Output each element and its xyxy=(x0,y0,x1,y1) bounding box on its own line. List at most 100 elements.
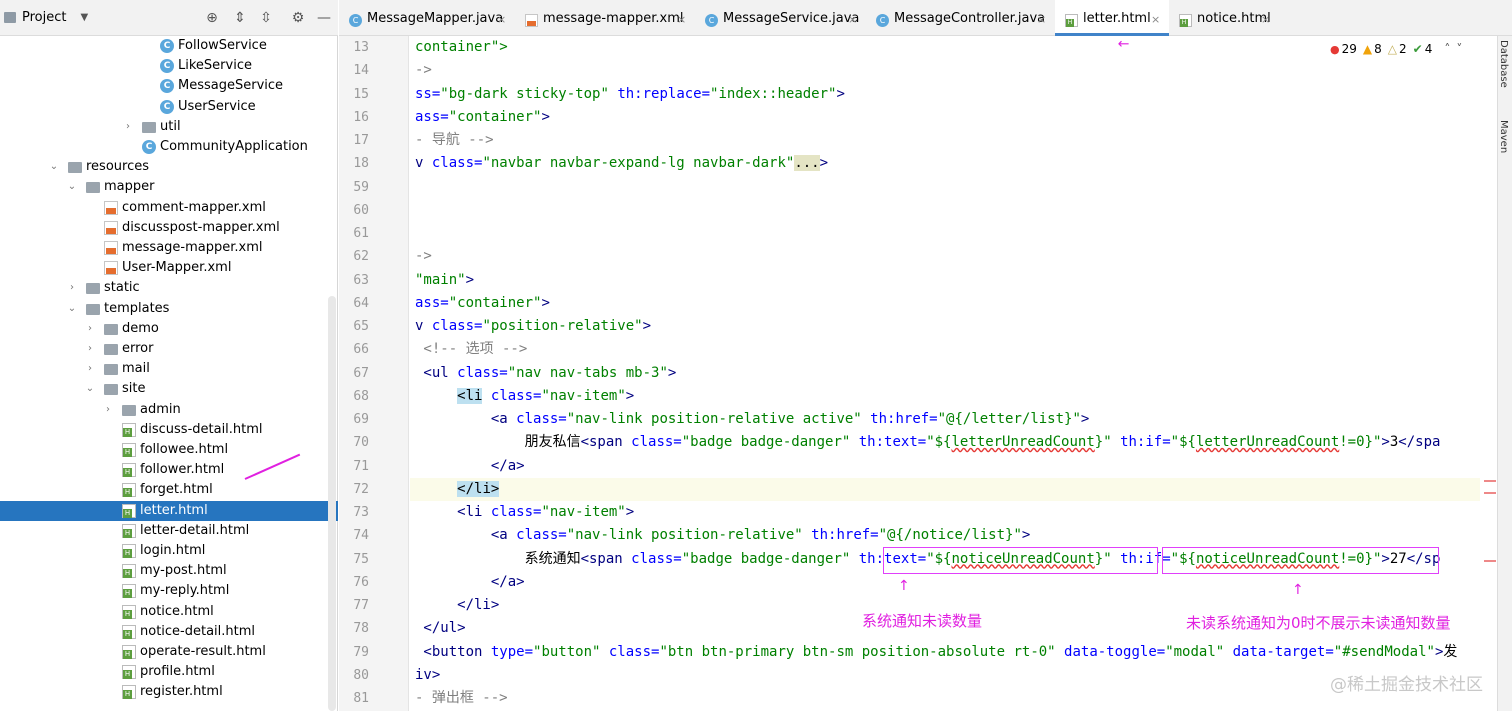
code-line[interactable]: <a class="nav-link position-relative act… xyxy=(415,408,1090,431)
tree-item[interactable]: › mail xyxy=(0,359,338,379)
tree-item[interactable]: ⌄ resources xyxy=(0,157,338,177)
close-icon[interactable]: × xyxy=(1151,0,1160,41)
tree-item[interactable]: follower.html xyxy=(0,460,338,480)
tree-item[interactable]: C CommunityApplication xyxy=(0,137,338,157)
code-line[interactable]: ass="container"> xyxy=(415,292,550,315)
tree-item[interactable]: login.html xyxy=(0,541,338,561)
tree-item[interactable]: › static xyxy=(0,278,338,298)
close-icon[interactable]: × xyxy=(1037,0,1046,41)
close-icon[interactable]: × xyxy=(677,0,686,41)
editor-tab[interactable]: message-mapper.xml × xyxy=(515,0,695,36)
tree-item[interactable]: operate-result.html xyxy=(0,642,338,662)
code-line[interactable]: ass="container"> xyxy=(415,106,550,129)
code-line[interactable]: </a> xyxy=(415,571,525,594)
error-stripe[interactable] xyxy=(1484,560,1496,562)
locate-icon[interactable]: ⊕ xyxy=(204,10,220,26)
close-icon[interactable]: × xyxy=(497,0,506,41)
tree-item[interactable]: ⌄ templates xyxy=(0,299,338,319)
inspection-widget[interactable]: ● 29 ▲ 8 △ 2 ✔ 4 ˄ ˅ xyxy=(1330,42,1462,56)
tree-item[interactable]: C MessageService xyxy=(0,76,338,96)
error-stripe[interactable] xyxy=(1484,480,1496,482)
close-icon[interactable]: × xyxy=(1261,0,1270,41)
code-line[interactable]: <button type="button" class="btn btn-pri… xyxy=(415,641,1457,664)
editor-tab[interactable]: C MessageController.java × xyxy=(866,0,1055,36)
tree-item[interactable]: › error xyxy=(0,339,338,359)
code-line[interactable]: 朋友私信<span class="badge badge-danger" th:… xyxy=(415,431,1441,454)
chevron-right-icon[interactable]: › xyxy=(66,278,78,298)
close-icon[interactable]: × xyxy=(848,0,857,41)
maven-tool-tab[interactable]: Maven xyxy=(1498,120,1509,153)
expand-all-icon[interactable]: ⇕ xyxy=(232,10,248,26)
editor-tab[interactable]: C MessageService.java × xyxy=(695,0,866,36)
chevron-right-icon[interactable]: › xyxy=(84,359,96,379)
error-stripe[interactable] xyxy=(1484,492,1496,494)
code-line[interactable]: v class="navbar navbar-expand-lg navbar-… xyxy=(415,152,828,175)
tree-item[interactable]: C UserService xyxy=(0,97,338,117)
tree-item[interactable]: my-reply.html xyxy=(0,581,338,601)
chevron-down-icon[interactable]: ⌄ xyxy=(66,177,78,197)
tree-item[interactable]: C FollowService xyxy=(0,36,338,56)
html-icon xyxy=(122,463,136,478)
tree-item[interactable]: forget.html xyxy=(0,480,338,500)
code-line[interactable]: container"> xyxy=(415,36,508,59)
editor-tab[interactable]: notice.html× xyxy=(1169,0,1279,36)
code-line[interactable]: <li class="nav-item"> xyxy=(415,385,634,408)
chevron-up-icon[interactable]: ˄ xyxy=(1444,42,1450,56)
tree-item[interactable]: letter-detail.html xyxy=(0,521,338,541)
tree-item[interactable]: comment-mapper.xml xyxy=(0,198,338,218)
code-line[interactable]: -> xyxy=(415,245,432,268)
tree-item[interactable]: discuss-detail.html xyxy=(0,420,338,440)
code-line[interactable]: -> xyxy=(415,59,432,82)
code-token: type= xyxy=(490,643,534,660)
code-line[interactable]: iv> xyxy=(415,664,440,687)
chevron-right-icon[interactable]: › xyxy=(102,400,114,420)
gear-icon[interactable]: ⚙ xyxy=(290,10,306,26)
tree-item[interactable]: › admin xyxy=(0,400,338,420)
code-line[interactable]: ss="bg-dark sticky-top" th:replace="inde… xyxy=(415,83,845,106)
editor-tab[interactable]: letter.html× xyxy=(1055,0,1169,36)
code-line[interactable]: <a class="nav-link position-relative" th… xyxy=(415,524,1031,547)
tree-item[interactable]: notice-detail.html xyxy=(0,622,338,642)
code-line[interactable]: "main"> xyxy=(415,269,474,292)
chevron-down-icon[interactable]: ⌄ xyxy=(48,157,60,177)
folder-icon xyxy=(104,323,118,335)
tree-item[interactable]: C LikeService xyxy=(0,56,338,76)
code-line[interactable]: v class="position-relative"> xyxy=(415,315,651,338)
collapse-all-icon[interactable]: ⇳ xyxy=(258,10,274,26)
database-tool-tab[interactable]: Database xyxy=(1498,40,1509,88)
chevron-right-icon[interactable]: › xyxy=(122,117,134,137)
code-line[interactable]: <li class="nav-item"> xyxy=(415,501,634,524)
class-icon: C xyxy=(160,99,174,114)
tree-item[interactable]: ⌄ mapper xyxy=(0,177,338,197)
code-line[interactable]: - 弹出框 --> xyxy=(415,687,508,710)
chevron-right-icon[interactable]: › xyxy=(84,339,96,359)
tree-item[interactable]: › demo xyxy=(0,319,338,339)
chevron-down-icon[interactable]: ⌄ xyxy=(84,379,96,399)
tree-item[interactable]: notice.html xyxy=(0,602,338,622)
code-line[interactable]: </ul> xyxy=(415,617,465,640)
chevron-right-icon[interactable]: › xyxy=(84,319,96,339)
code-line[interactable]: <ul class="nav nav-tabs mb-3"> xyxy=(415,362,676,385)
tree-item[interactable]: letter.html xyxy=(0,500,338,521)
tree-item[interactable]: › util xyxy=(0,117,338,137)
minimize-icon[interactable]: — xyxy=(316,10,332,26)
tree-item[interactable]: message-mapper.xml xyxy=(0,238,338,258)
tree-item[interactable]: my-post.html xyxy=(0,561,338,581)
tree-item[interactable]: ⌄ site xyxy=(0,379,338,399)
editor-tab[interactable]: C MessageMapper.java × xyxy=(339,0,515,36)
code-line[interactable]: <!-- 选项 --> xyxy=(415,338,527,361)
project-view-selector[interactable]: Project ▼ xyxy=(4,10,88,25)
code-token: > xyxy=(819,155,829,172)
tree-item[interactable]: User-Mapper.xml xyxy=(0,258,338,278)
code-line[interactable]: </li> xyxy=(410,477,1480,501)
tree-item[interactable]: profile.html xyxy=(0,662,338,682)
code-line[interactable]: - 导航 --> xyxy=(415,129,494,152)
tree-item[interactable]: discusspost-mapper.xml xyxy=(0,218,338,238)
chevron-down-icon[interactable]: ⌄ xyxy=(66,299,78,319)
tree-item[interactable]: followee.html xyxy=(0,440,338,460)
code-line[interactable]: </li> xyxy=(415,594,499,617)
tree-scrollbar[interactable] xyxy=(328,296,336,711)
chevron-down-icon[interactable]: ˅ xyxy=(1456,42,1462,56)
code-line[interactable]: </a> xyxy=(415,455,525,478)
tree-item[interactable]: register.html xyxy=(0,682,338,702)
